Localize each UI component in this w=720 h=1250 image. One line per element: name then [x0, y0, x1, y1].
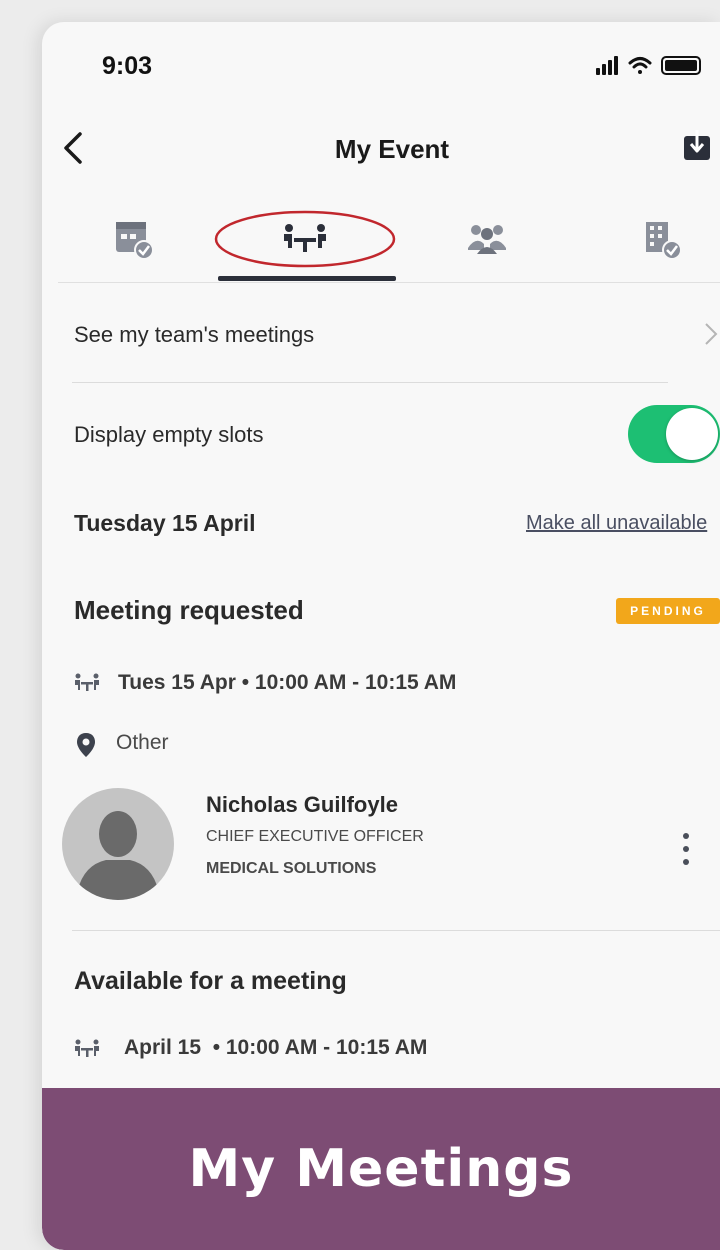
tab-exhibitors-building-check-icon[interactable] — [638, 214, 688, 264]
person-silhouette-icon — [76, 811, 160, 900]
person-company: MEDICAL SOLUTIONS — [206, 860, 377, 877]
back-arrow-icon[interactable] — [60, 130, 86, 166]
status-icons — [596, 56, 701, 75]
status-badge: PENDING — [616, 598, 720, 624]
tabs-divider — [58, 282, 720, 283]
signal-icon — [596, 56, 618, 75]
battery-icon — [661, 56, 701, 75]
annotation-circle — [214, 210, 396, 268]
download-icon[interactable] — [682, 130, 712, 162]
available-slot-time[interactable]: April 15 • 10:00 AM - 10:15 AM — [124, 1036, 427, 1060]
empty-slots-label: Display empty slots — [74, 422, 264, 447]
location-pin-icon — [77, 733, 95, 757]
active-tab-indicator — [218, 276, 396, 281]
tab-people-group-icon[interactable] — [462, 214, 512, 264]
meeting-requested-title: Meeting requested — [74, 595, 304, 625]
meeting-time: Tues 15 Apr • 10:00 AM - 10:15 AM — [118, 671, 457, 694]
empty-slots-toggle[interactable] — [628, 405, 720, 463]
avatar[interactable] — [62, 788, 174, 900]
wifi-icon — [628, 57, 652, 74]
person-job-title: CHIEF EXECUTIVE OFFICER — [206, 828, 424, 845]
day-label: Tuesday 15 April — [74, 510, 256, 536]
team-meetings-link[interactable]: See my team's meetings — [74, 322, 314, 348]
meeting-location: Other — [116, 731, 169, 754]
chevron-right-icon[interactable] — [704, 322, 718, 346]
available-title: Available for a meeting — [74, 967, 347, 995]
toggle-knob — [666, 408, 718, 460]
make-all-unavailable-link[interactable]: Make all unavailable — [526, 512, 707, 535]
divider — [72, 930, 720, 931]
feature-banner: My Meetings — [42, 1088, 720, 1250]
person-name[interactable]: Nicholas Guilfoyle — [206, 792, 398, 818]
more-vertical-icon[interactable] — [682, 832, 690, 866]
meeting-table-icon — [75, 673, 99, 691]
phone-screen: 9:03 My Event See my team's meetings Dis… — [42, 22, 720, 1250]
tab-agenda-calendar-check-icon[interactable] — [110, 214, 160, 264]
page-title: My Event — [334, 134, 450, 164]
status-time: 9:03 — [102, 52, 153, 80]
divider — [72, 382, 668, 383]
meeting-table-icon — [75, 1039, 99, 1057]
